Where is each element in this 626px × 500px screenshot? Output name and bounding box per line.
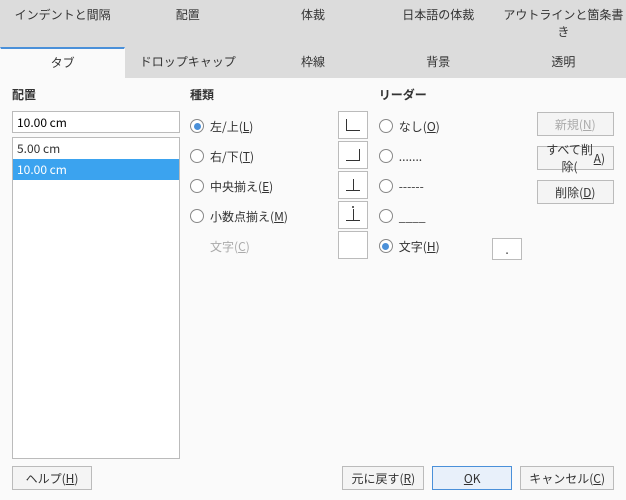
tab-bar: インデントと間隔 配置 体裁 日本語の体裁 アウトラインと箇条書き タブ ドロッ…: [0, 0, 626, 78]
type-radio-right[interactable]: 右/下(T): [190, 141, 328, 171]
type-radio-decimal[interactable]: 小数点揃え(M): [190, 201, 328, 231]
tab-asian[interactable]: 日本語の体裁: [376, 0, 501, 47]
leader-char-input[interactable]: .: [492, 238, 522, 260]
radio-icon: [190, 209, 204, 223]
leader-underline-label: ____: [399, 208, 426, 225]
type-section: 種類 左/上(L) 右/下(T) 中央揃え(E) 小数点揃え(M) 文字(C): [190, 86, 328, 459]
radio-icon: [379, 119, 393, 133]
type-title: 種類: [190, 86, 328, 103]
tab-format[interactable]: 体裁: [250, 0, 375, 47]
type-radio-center[interactable]: 中央揃え(E): [190, 171, 328, 201]
tab-row-1: インデントと間隔 配置 体裁 日本語の体裁 アウトラインと箇条書き: [0, 0, 626, 47]
type-decimal-label: 小数点揃え(M): [210, 208, 288, 225]
tab-tabs[interactable]: タブ: [0, 47, 125, 78]
leader-dashes-label: ------: [399, 178, 424, 195]
type-icon-column: [338, 111, 369, 459]
reset-button[interactable]: 元に戻す(R): [342, 466, 424, 490]
radio-icon: [379, 209, 393, 223]
delete-all-button[interactable]: すべて削除(A): [537, 146, 614, 170]
type-right-label: 右/下(T): [210, 148, 254, 165]
tab-dropcaps[interactable]: ドロップキャップ: [125, 47, 250, 78]
side-buttons: 新規(N) すべて削除(A) 削除(D): [537, 86, 614, 459]
position-list[interactable]: 5.00 cm 10.00 cm: [12, 137, 180, 459]
help-button[interactable]: ヘルプ(H): [12, 466, 92, 490]
leader-radio-dashes[interactable]: ------: [379, 171, 482, 201]
tabstop-right-icon: [338, 141, 368, 169]
type-radio-left[interactable]: 左/上(L): [190, 111, 328, 141]
content-area: 配置 5.00 cm 10.00 cm 種類 左/上(L) 右/下(T) 中央揃…: [0, 78, 626, 459]
type-char-input[interactable]: [338, 231, 368, 259]
leader-section: リーダー なし(O) ....... ------ ____ 文字(H): [379, 86, 482, 459]
leader-radio-underline[interactable]: ____: [379, 201, 482, 231]
leader-radio-dots[interactable]: .......: [379, 141, 482, 171]
position-title: 配置: [12, 86, 180, 103]
leader-dots-label: .......: [399, 148, 422, 165]
leader-radio-none[interactable]: なし(O): [379, 111, 482, 141]
new-button[interactable]: 新規(N): [537, 112, 614, 136]
tabstop-decimal-icon: [338, 201, 368, 229]
tab-alignment[interactable]: 配置: [125, 0, 250, 47]
leader-char-column: .: [492, 111, 526, 459]
radio-icon: [190, 179, 204, 193]
radio-icon: [379, 239, 393, 253]
type-char-label: 文字(C): [210, 238, 250, 255]
tab-transparency[interactable]: 透明: [501, 47, 626, 78]
type-center-label: 中央揃え(E): [210, 178, 273, 195]
radio-icon: [379, 179, 393, 193]
type-left-label: 左/上(L): [210, 118, 253, 135]
tabstop-left-icon: [338, 111, 368, 139]
radio-icon: [190, 149, 204, 163]
list-item[interactable]: 10.00 cm: [13, 159, 179, 180]
type-char-row: 文字(C): [190, 231, 328, 261]
leader-none-label: なし(O): [399, 118, 440, 135]
cancel-button[interactable]: キャンセル(C): [520, 466, 614, 490]
tab-outline[interactable]: アウトラインと箇条書き: [501, 0, 626, 47]
leader-radio-char[interactable]: 文字(H): [379, 231, 482, 261]
tab-row-2: タブ ドロップキャップ 枠線 背景 透明: [0, 47, 626, 78]
tabstop-center-icon: [338, 171, 368, 199]
tab-background[interactable]: 背景: [376, 47, 501, 78]
tab-borders[interactable]: 枠線: [250, 47, 375, 78]
list-item[interactable]: 5.00 cm: [13, 138, 179, 159]
radio-icon: [379, 149, 393, 163]
position-section: 配置 5.00 cm 10.00 cm: [12, 86, 180, 459]
radio-icon: [190, 119, 204, 133]
leader-title: リーダー: [379, 86, 482, 103]
delete-button[interactable]: 削除(D): [537, 180, 614, 204]
ok-button[interactable]: OK: [432, 466, 512, 490]
bottom-button-bar: ヘルプ(H) 元に戻す(R) OK キャンセル(C): [0, 466, 626, 490]
tab-indent[interactable]: インデントと間隔: [0, 0, 125, 47]
leader-char-label: 文字(H): [399, 238, 440, 255]
position-input[interactable]: [12, 111, 180, 133]
